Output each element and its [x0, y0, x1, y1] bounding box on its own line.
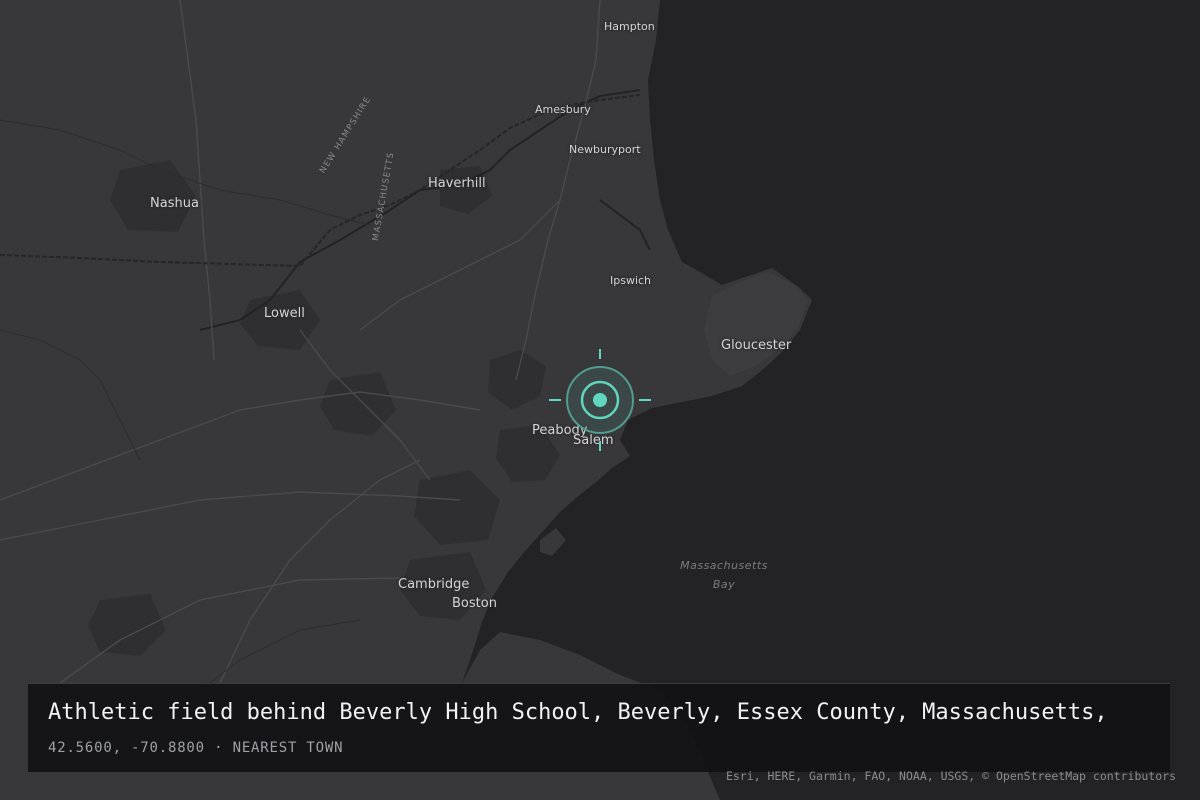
- place-label-lowell: Lowell: [264, 306, 305, 321]
- water-label-massachusetts-bay: Massachusetts Bay: [672, 556, 776, 594]
- place-label-ipswich: Ipswich: [610, 274, 652, 287]
- place-label-gloucester: Gloucester: [721, 338, 792, 353]
- place-label-haverhill: Haverhill: [428, 176, 486, 191]
- place-label-boston: Boston: [452, 596, 497, 611]
- place-label-newburyport: Newburyport: [569, 143, 641, 156]
- location-name: Athletic field behind Beverly High Schoo…: [48, 700, 1108, 725]
- place-label-nashua: Nashua: [150, 196, 199, 211]
- location-info-panel: Athletic field behind Beverly High Schoo…: [28, 683, 1170, 772]
- water-label-line2: Bay: [712, 578, 736, 591]
- place-label-cambridge: Cambridge: [398, 577, 470, 592]
- coordinates: 42.5600, -70.8800: [48, 740, 205, 756]
- nearest-town-label: NEAREST TOWN: [232, 740, 344, 756]
- location-details: 42.5600, -70.8800 · NEAREST TOWN: [48, 740, 343, 756]
- marker-center-dot: [593, 393, 607, 407]
- separator: ·: [214, 740, 224, 756]
- map-attribution: Esri, HERE, Garmin, FAO, NOAA, USGS, © O…: [725, 769, 1176, 783]
- place-label-hampton: Hampton: [604, 20, 655, 33]
- map-canvas[interactable]: Hampton Amesbury Newburyport Haverhill N…: [0, 0, 1200, 800]
- place-label-amesbury: Amesbury: [535, 103, 591, 116]
- water-label-line1: Massachusetts: [680, 559, 768, 572]
- location-target-icon[interactable]: [549, 349, 651, 451]
